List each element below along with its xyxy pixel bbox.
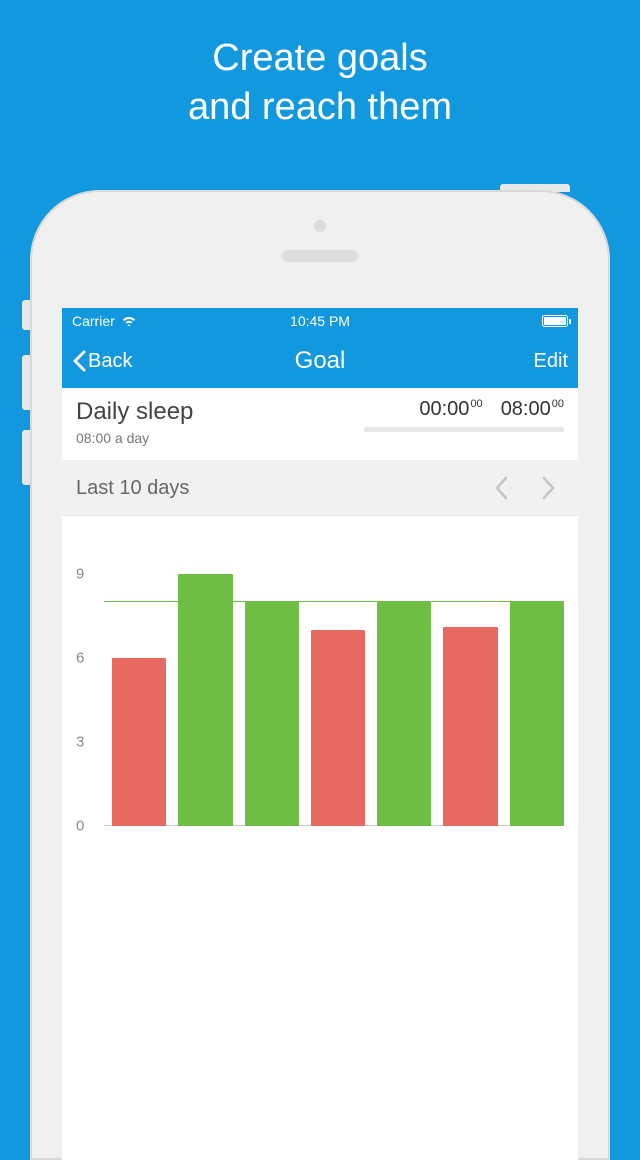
battery-icon <box>542 315 568 327</box>
back-label: Back <box>88 350 132 373</box>
goal-line <box>104 601 564 603</box>
range-label: Last 10 days <box>76 477 189 500</box>
chart: 0 3 6 9 <box>62 516 578 856</box>
y-tick: 9 <box>76 566 84 583</box>
nav-bar: Back Goal Edit <box>62 334 578 388</box>
time-elapsed: 00:0000 <box>419 398 482 421</box>
chevron-right-icon <box>541 475 557 501</box>
phone-camera <box>314 220 326 232</box>
bar <box>377 602 431 826</box>
chevron-left-icon <box>72 350 86 372</box>
app-screen: Carrier 10:45 PM Back Goal Edit Daily sl… <box>62 308 578 1160</box>
bar <box>311 630 365 826</box>
phone-speaker <box>282 250 358 262</box>
range-next-button[interactable] <box>534 473 564 503</box>
page-title: Goal <box>295 347 346 375</box>
phone-frame: Carrier 10:45 PM Back Goal Edit Daily sl… <box>30 190 610 1160</box>
goal-subtitle: 08:00 a day <box>76 430 193 446</box>
y-tick: 6 <box>76 650 84 667</box>
progress-bar <box>364 427 564 432</box>
chart-bars <box>104 546 564 826</box>
promo-line2: and reach them <box>0 83 640 132</box>
status-bar: Carrier 10:45 PM <box>62 308 578 334</box>
bar <box>178 574 232 826</box>
bar <box>112 658 166 826</box>
goal-name: Daily sleep <box>76 398 193 426</box>
wifi-icon <box>121 313 137 329</box>
bar <box>245 602 299 826</box>
chevron-left-icon <box>493 475 509 501</box>
goal-header: Daily sleep 08:00 a day 00:0000 08:0000 <box>62 388 578 461</box>
carrier-label: Carrier <box>72 313 115 329</box>
bar <box>443 627 497 826</box>
clock-label: 10:45 PM <box>290 313 350 329</box>
edit-button[interactable]: Edit <box>534 350 568 373</box>
goal-times: 00:0000 08:0000 <box>364 398 564 432</box>
promo-line1: Create goals <box>0 34 640 83</box>
range-selector: Last 10 days <box>62 461 578 516</box>
y-tick: 0 <box>76 818 84 835</box>
back-button[interactable]: Back <box>72 350 132 373</box>
time-target: 08:0000 <box>501 398 564 421</box>
bar <box>510 602 564 826</box>
range-prev-button[interactable] <box>486 473 516 503</box>
y-tick: 3 <box>76 734 84 751</box>
promo-title: Create goals and reach them <box>0 0 640 133</box>
